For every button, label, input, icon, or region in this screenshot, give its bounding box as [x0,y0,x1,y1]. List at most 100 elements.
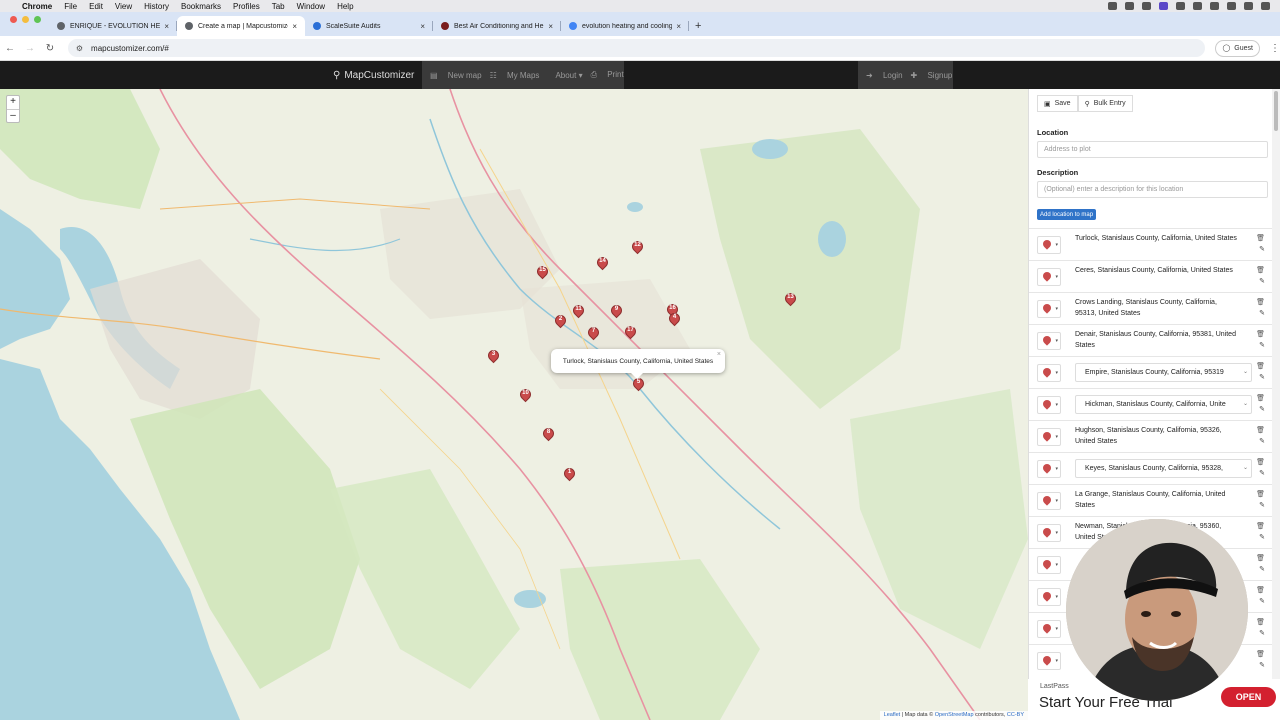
status-icon[interactable] [1159,2,1168,10]
marker-style-select[interactable]: ▾ [1037,236,1061,254]
volume-icon[interactable] [1227,2,1236,10]
pencil-icon[interactable]: ✎ [1259,661,1265,669]
pencil-icon[interactable]: ✎ [1259,501,1265,509]
bluetooth-icon[interactable] [1210,2,1219,10]
status-icon[interactable] [1108,2,1117,10]
os-menu-help[interactable]: Help [337,2,353,11]
add-location-button[interactable]: Add location to map [1037,209,1097,220]
map-marker[interactable]: 14 [594,254,611,271]
browser-tab[interactable]: ScaleSuite Audits × [305,16,433,36]
pencil-icon[interactable]: ✎ [1259,565,1265,573]
trash-icon[interactable]: 🗑 [1256,426,1265,434]
close-tab-icon[interactable]: × [292,22,297,31]
map-canvas[interactable]: + – 12 14 15 11 9 2 16 4 7 17 13 3 10 8 … [0,89,1028,720]
marker-style-select[interactable]: ▾ [1037,524,1061,542]
map-marker[interactable]: 15 [534,263,551,280]
location-input[interactable]: Address to plot [1037,141,1268,158]
map-marker[interactable]: 9 [608,302,625,319]
status-icon[interactable] [1125,2,1134,10]
back-icon[interactable]: ← [0,43,20,54]
zoom-in-button[interactable]: + [7,96,19,109]
map-marker[interactable]: 10 [517,386,534,403]
pencil-icon[interactable]: ✎ [1259,629,1265,637]
pencil-icon[interactable]: ✎ [1259,437,1265,445]
trash-icon[interactable]: 🗑 [1256,298,1265,306]
forward-icon[interactable]: → [20,43,40,54]
os-menu-app[interactable]: Chrome [22,2,52,11]
marker-style-select[interactable]: ▾ [1037,652,1061,670]
search-icon[interactable] [1244,2,1253,10]
description-input[interactable]: (Optional) enter a description for this … [1037,181,1268,198]
os-menu-window[interactable]: Window [297,2,325,11]
trash-icon[interactable]: 🗑 [1256,266,1265,274]
site-info-icon[interactable]: ⚙ [76,44,83,53]
close-tab-icon[interactable]: × [164,22,169,31]
profile-button[interactable]: ◯ Guest [1215,39,1260,57]
os-menu-view[interactable]: View [115,2,132,11]
os-menu-tab[interactable]: Tab [272,2,285,11]
pencil-icon[interactable]: ✎ [1259,341,1265,349]
wifi-icon[interactable] [1193,2,1202,10]
control-center-icon[interactable] [1261,2,1270,10]
map-marker[interactable]: 13 [782,290,799,307]
trash-icon[interactable]: 🗑 [1256,650,1265,658]
osm-link[interactable]: OpenStreetMap [935,712,974,718]
map-marker[interactable]: 4 [666,310,683,327]
marker-style-select[interactable]: ▾ [1037,428,1061,446]
os-menu-history[interactable]: History [144,2,169,11]
close-tab-icon[interactable]: × [420,22,425,31]
login-link[interactable]: ➜ Login [866,71,903,80]
map-marker[interactable]: 8 [540,425,557,442]
trash-icon[interactable]: 🗑 [1256,554,1265,562]
pencil-icon[interactable]: ✎ [1259,405,1265,413]
close-tab-icon[interactable]: × [676,22,681,31]
os-menu-profiles[interactable]: Profiles [233,2,260,11]
map-marker[interactable]: 3 [485,347,502,364]
status-icon[interactable] [1142,2,1151,10]
location-address-field[interactable]: Hickman, Stanislaus County, California, … [1075,395,1252,414]
marker-style-select[interactable]: ▾ [1037,364,1061,382]
save-button[interactable]: ▣ Save [1037,95,1078,112]
trash-icon[interactable]: 🗑 [1256,490,1265,498]
trash-icon[interactable]: 🗑 [1256,234,1265,242]
trash-icon[interactable]: 🗑 [1256,586,1265,594]
browser-tab[interactable]: Create a map | Mapcustomize × [177,16,305,36]
trash-icon[interactable]: 🗑 [1256,330,1265,338]
bulk-entry-button[interactable]: ⚲ Bulk Entry [1077,95,1133,112]
trash-icon[interactable]: 🗑 [1256,618,1265,626]
my-maps-link[interactable]: ☷ My Maps [490,71,540,80]
pencil-icon[interactable]: ✎ [1259,533,1265,541]
map-marker[interactable]: 1 [561,465,578,482]
marker-style-select[interactable]: ▾ [1037,300,1061,318]
marker-style-select[interactable]: ▾ [1037,588,1061,606]
signup-link[interactable]: ✚ Signup [911,71,953,80]
map-marker[interactable]: 2 [552,312,569,329]
status-icon[interactable] [1176,2,1185,10]
zoom-window-button[interactable] [34,15,41,23]
browser-menu-icon[interactable]: ⋮ [1270,43,1280,54]
location-address-field[interactable]: Empire, Stanislaus County, California, 9… [1075,363,1252,382]
about-dropdown[interactable]: About ▾ [547,71,582,80]
trash-icon[interactable]: 🗑 [1256,458,1265,466]
browser-tab[interactable]: Best Air Conditioning and He × [433,16,561,36]
trash-icon[interactable]: 🗑 [1256,522,1265,530]
trash-icon[interactable]: 🗑 [1256,362,1265,370]
os-menu-edit[interactable]: Edit [89,2,103,11]
panel-scrollbar[interactable] [1272,89,1280,720]
close-tab-icon[interactable]: × [548,22,553,31]
browser-tab[interactable]: ENRIQUE - EVOLUTION HEATI× [49,16,177,36]
address-bar[interactable]: ⚙ mapcustomizer.com/# [67,39,1206,57]
marker-style-select[interactable]: ▾ [1037,492,1061,510]
pencil-icon[interactable]: ✎ [1259,277,1265,285]
trash-icon[interactable]: 🗑 [1256,394,1265,402]
marker-style-select[interactable]: ▾ [1037,396,1061,414]
os-menu-file[interactable]: File [64,2,77,11]
pencil-icon[interactable]: ✎ [1259,469,1265,477]
marker-style-select[interactable]: ▾ [1037,556,1061,574]
brand-link[interactable]: ⚲ MapCustomizer [333,61,414,89]
os-menu-bookmarks[interactable]: Bookmarks [181,2,221,11]
zoom-out-button[interactable]: – [7,109,19,122]
marker-style-select[interactable]: ▾ [1037,460,1061,478]
close-window-button[interactable] [10,15,17,23]
marker-style-select[interactable]: ▾ [1037,332,1061,350]
